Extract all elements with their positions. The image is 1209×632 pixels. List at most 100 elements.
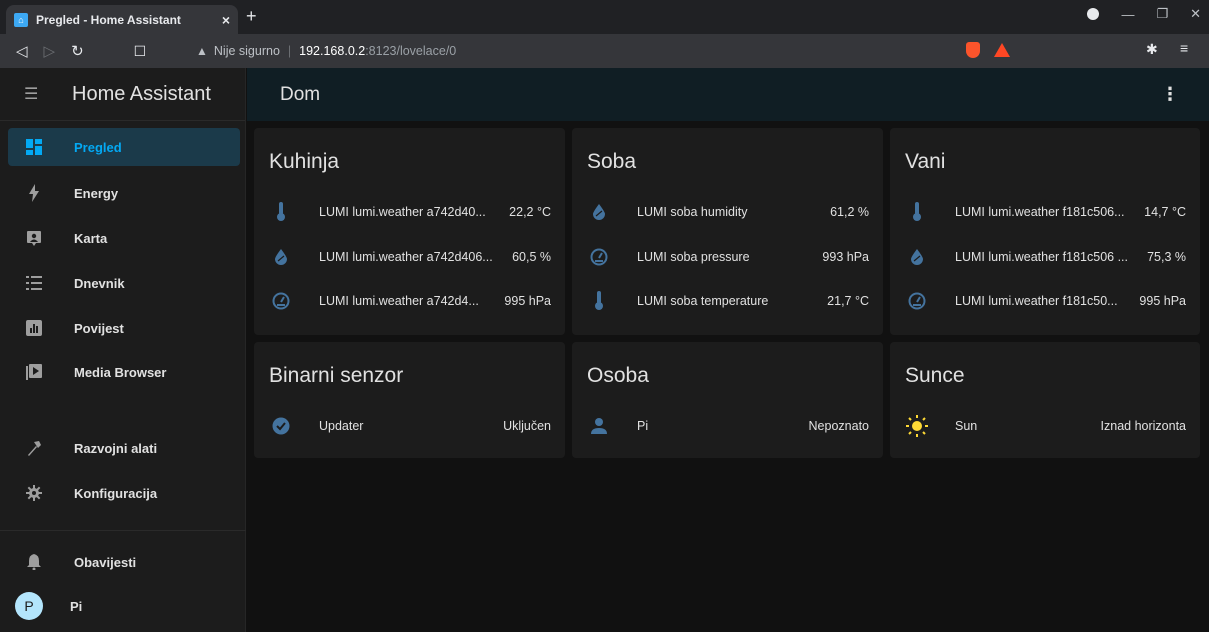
sidebar-item-povijest[interactable]: Povijest xyxy=(8,309,240,347)
entity-value: 22,2 °C xyxy=(509,205,551,219)
entity-row[interactable]: Updater Uključen xyxy=(269,414,551,438)
forward-icon[interactable]: ▷ xyxy=(44,42,56,60)
sidebar-item-user[interactable]: P Pi xyxy=(8,587,240,625)
entity-name: Pi xyxy=(637,419,649,433)
bookmark-icon[interactable]: ☐ xyxy=(134,43,147,60)
entity-name: Sun xyxy=(955,419,978,433)
entity-name: LUMI lumi.weather f181c506 ... xyxy=(955,250,1128,264)
sidebar-item-energy[interactable]: Energy xyxy=(8,174,240,212)
entity-row[interactable]: LUMI soba pressure 993 hPa xyxy=(587,245,869,269)
card-title: Soba xyxy=(587,150,637,173)
brave-rewards-icon[interactable] xyxy=(994,43,1010,57)
entity-value: 61,2 % xyxy=(830,205,869,219)
tab-title: Pregled - Home Assistant xyxy=(36,12,181,27)
water-percent-icon xyxy=(269,245,293,269)
gauge-icon xyxy=(587,245,611,269)
entity-row[interactable]: LUMI soba temperature 21,7 °C xyxy=(587,289,869,313)
close-window-icon[interactable]: ✕ xyxy=(1190,6,1201,22)
thermometer-icon xyxy=(269,200,293,224)
entity-row[interactable]: LUMI lumi.weather a742d40... 22,2 °C xyxy=(269,200,551,224)
sidebar-item-dnevnik[interactable]: Dnevnik xyxy=(8,264,240,302)
hammer-icon xyxy=(22,436,46,460)
entity-value: Nepoznato xyxy=(808,419,869,433)
sidebar-item-label: Pregled xyxy=(74,139,122,155)
address-bar[interactable]: ▲ Nije sigurno | 192.168.0.2 :8123/lovel… xyxy=(196,40,1012,62)
new-tab-button[interactable]: + xyxy=(246,6,257,27)
card-binarni-senzor: Binarni senzor Updater Uključen xyxy=(254,342,565,458)
thermometer-icon xyxy=(905,200,929,224)
sidebar-item-konfiguracija[interactable]: Konfiguracija xyxy=(8,474,240,512)
entity-row[interactable]: LUMI lumi.weather f181c506 ... 75,3 % xyxy=(905,245,1186,269)
avatar: P xyxy=(15,592,43,620)
sidebar-item-label: Pi xyxy=(70,598,83,614)
sidebar-item-label: Media Browser xyxy=(74,364,167,380)
entity-value: 21,7 °C xyxy=(827,294,869,308)
extensions-icon[interactable]: ✱ xyxy=(1146,41,1158,58)
water-percent-icon xyxy=(587,200,611,224)
lightning-icon xyxy=(22,181,46,205)
entity-row[interactable]: LUMI lumi.weather a742d4... 995 hPa xyxy=(269,289,551,313)
entity-row[interactable]: LUMI soba humidity 61,2 % xyxy=(587,200,869,224)
sidebar-item-pregled[interactable]: Pregled xyxy=(8,128,240,166)
browser-tab[interactable]: ⌂ Pregled - Home Assistant × xyxy=(6,5,238,34)
sun-icon xyxy=(905,414,929,438)
entity-value: 75,3 % xyxy=(1147,250,1186,264)
window-controls: — ❐ ✕ xyxy=(1087,6,1201,22)
sidebar-item-media-browser[interactable]: Media Browser xyxy=(8,353,240,391)
entity-name: LUMI soba humidity xyxy=(637,205,748,219)
sidebar-header: ☰ Home Assistant xyxy=(0,68,245,121)
entity-value: Uključen xyxy=(503,419,551,433)
entity-row[interactable]: LUMI lumi.weather f181c506... 14,7 °C xyxy=(905,200,1186,224)
card-title: Kuhinja xyxy=(269,150,340,173)
minimize-icon[interactable]: — xyxy=(1121,7,1134,22)
card-vani: Vani LUMI lumi.weather f181c506... 14,7 … xyxy=(890,128,1200,335)
sidebar-item-label: Konfiguracija xyxy=(74,485,158,501)
app-header: Dom ⋮ xyxy=(247,68,1209,121)
entity-name: LUMI soba temperature xyxy=(637,294,769,308)
entity-row[interactable]: LUMI lumi.weather f181c50... 995 hPa xyxy=(905,289,1186,313)
home-assistant-favicon-icon: ⌂ xyxy=(14,12,28,27)
map-icon xyxy=(22,226,46,250)
brave-shield-icon[interactable] xyxy=(966,42,980,58)
entity-value: 60,5 % xyxy=(512,250,551,264)
security-label: Nije sigurno xyxy=(213,44,280,58)
sidebar-item-label: Razvojni alati xyxy=(74,440,158,456)
entity-name: LUMI lumi.weather f181c50... xyxy=(955,294,1118,308)
entity-row[interactable]: Pi Nepoznato xyxy=(587,414,869,438)
url-host: 192.168.0.2 xyxy=(299,44,366,58)
back-icon[interactable]: ◁ xyxy=(16,42,28,60)
sidebar-item-label: Dnevnik xyxy=(74,275,125,291)
profile-icon[interactable] xyxy=(1087,8,1100,20)
thermometer-icon xyxy=(587,289,611,313)
sidebar-item-label: Povijest xyxy=(74,320,124,336)
warning-icon: ▲ xyxy=(196,44,208,58)
sidebar-item-label: Energy xyxy=(74,185,119,201)
card-title: Binarni senzor xyxy=(269,364,404,387)
sidebar-item-label: Obavijesti xyxy=(74,554,137,570)
card-title: Sunce xyxy=(905,364,965,387)
sidebar-item-label: Karta xyxy=(74,230,108,246)
maximize-icon[interactable]: ❐ xyxy=(1156,6,1168,22)
menu-collapse-icon[interactable]: ☰ xyxy=(24,84,42,104)
logbook-icon xyxy=(22,271,46,295)
entity-value: 995 hPa xyxy=(1139,294,1186,308)
card-soba: Soba LUMI soba humidity 61,2 % LUMI soba… xyxy=(572,128,883,335)
page-title: Dom xyxy=(280,83,321,105)
entity-name: Updater xyxy=(319,419,364,433)
sidebar-item-razvojni-alati[interactable]: Razvojni alati xyxy=(8,429,240,467)
browser-menu-icon[interactable]: ≡ xyxy=(1180,40,1188,56)
url-separator: | xyxy=(287,44,292,58)
sidebar-title: Home Assistant xyxy=(72,82,211,105)
more-options-icon[interactable]: ⋮ xyxy=(1161,84,1179,105)
sidebar-item-karta[interactable]: Karta xyxy=(8,219,240,257)
media-play-icon xyxy=(22,360,46,384)
entity-row[interactable]: LUMI lumi.weather a742d406... 60,5 % xyxy=(269,245,551,269)
entity-row[interactable]: Sun Iznad horizonta xyxy=(905,414,1186,438)
sidebar-item-obavijesti[interactable]: Obavijesti xyxy=(8,543,240,581)
tab-close-button[interactable]: × xyxy=(222,12,230,28)
entity-name: LUMI lumi.weather a742d40... xyxy=(319,205,486,219)
entity-value: 993 hPa xyxy=(822,250,869,264)
browser-tabbar: ⌂ Pregled - Home Assistant × + — ❐ ✕ xyxy=(0,0,1209,34)
reload-icon[interactable]: ↻ xyxy=(71,42,84,60)
gauge-icon xyxy=(905,289,929,313)
